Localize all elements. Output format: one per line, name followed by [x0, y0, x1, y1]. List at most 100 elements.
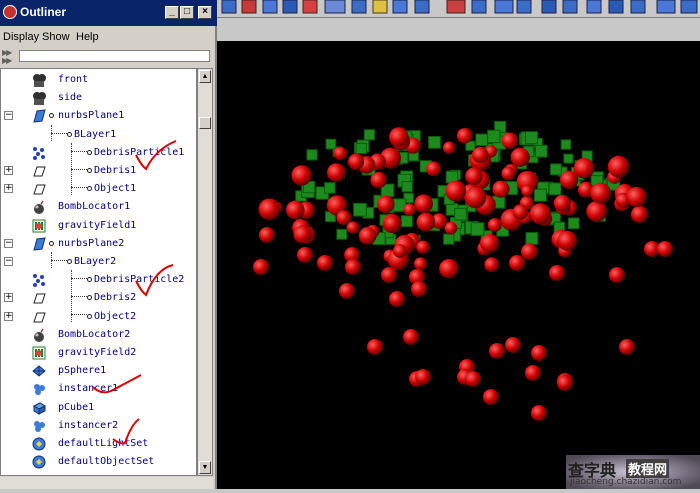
set-icon [31, 436, 47, 452]
debris-sphere [291, 165, 312, 186]
camera-icon [31, 90, 47, 106]
watermark-url: jiaocheng.chazidian.com [570, 477, 682, 487]
connector-node-icon [49, 113, 54, 119]
connector-node-icon [87, 277, 92, 283]
outliner-item-label: nurbsPlane2 [58, 237, 125, 249]
debris-cube [306, 149, 318, 161]
hierarchy-line [51, 133, 67, 134]
transform-icon [31, 309, 47, 325]
outliner-item-label: side [58, 92, 83, 104]
collapse-icon[interactable]: − [4, 238, 13, 248]
debris-sphere [557, 230, 578, 251]
instancer-icon [31, 381, 47, 397]
outliner-item-side[interactable]: side [1, 89, 196, 107]
outliner-item-debrisparticle1[interactable]: DebrisParticle1 [1, 144, 196, 162]
debris-cube [325, 138, 337, 150]
debris-sphere [657, 241, 673, 257]
outliner-item-label: BLayer1 [74, 128, 117, 140]
debris-sphere [439, 259, 459, 279]
expand-icon[interactable]: + [4, 293, 13, 303]
filter-input[interactable] [19, 50, 210, 62]
outliner-item-label: pSphere1 [58, 365, 107, 377]
watermark: 查字典 教程网 jiaocheng.chazidian.com [566, 455, 700, 489]
outliner-item-label: BLayer2 [74, 256, 117, 267]
debris-cube [324, 182, 336, 194]
outliner-item-instancer1[interactable]: instancer1 [1, 380, 196, 398]
debris-cube [428, 136, 441, 149]
outliner-item-front[interactable]: front [1, 71, 196, 89]
outliner-window: Outliner _ □ × Display Show Help ▶▶ ▶▶ f… [0, 0, 217, 489]
filter-arrow-icon[interactable]: ▶▶ [2, 49, 18, 57]
transform-icon [31, 181, 47, 197]
debris-sphere [389, 291, 405, 307]
outliner-item-instancer2[interactable]: instancer2 [1, 417, 196, 435]
nurbs-plane-icon [31, 236, 47, 252]
debris-sphere [285, 200, 305, 220]
outliner-item-blayer2[interactable]: − BLayer2 [1, 253, 196, 271]
debris-sphere [333, 146, 347, 161]
outliner-item-defaultobjectset[interactable]: defaultObjectSet [1, 453, 196, 471]
filter-arrow-icon[interactable]: ▶▶ [2, 57, 18, 65]
maximize-button[interactable]: □ [180, 6, 194, 19]
outliner-item-gravityfield2[interactable]: gravityField2 [1, 344, 196, 362]
hierarchy-line [71, 314, 87, 315]
debris-sphere [609, 267, 625, 283]
outliner-item-bomblocator2[interactable]: BombLocator2 [1, 326, 196, 344]
transform-icon [31, 163, 47, 179]
close-button[interactable]: × [198, 6, 212, 19]
outliner-item-debris2[interactable]: + Debris2 [1, 289, 196, 307]
debris-sphere [377, 195, 395, 214]
expand-icon[interactable]: + [4, 184, 13, 194]
outliner-item-nurbsplane1[interactable]: − nurbsPlane1 [1, 107, 196, 125]
vertical-scrollbar[interactable]: ▲ ▼ [197, 68, 213, 476]
menu-display[interactable]: Display [3, 31, 39, 43]
outliner-tree[interactable]: front side − nurbsPlane1 BLayer1 DebrisPartic… [0, 68, 197, 476]
collapse-icon[interactable]: − [4, 111, 13, 121]
debris-sphere [489, 343, 505, 359]
outliner-item-blayer1[interactable]: BLayer1 [1, 126, 196, 144]
debris-sphere [464, 186, 487, 209]
expand-icon[interactable]: + [4, 166, 13, 175]
debris-cube [400, 215, 413, 228]
outliner-item-psphere1[interactable]: pSphere1 [1, 362, 196, 380]
outliner-item-label: BombLocator1 [58, 201, 131, 213]
menu-help[interactable]: Help [76, 31, 99, 43]
connector-node-icon [87, 313, 92, 319]
menu-show[interactable]: Show [42, 31, 70, 43]
debris-sphere [521, 184, 534, 197]
horizontal-scrollbar[interactable] [0, 477, 213, 489]
outliner-item-debris1[interactable]: + Debris1 [1, 162, 196, 180]
shelf-icons[interactable] [217, 0, 700, 17]
title-bar[interactable]: Outliner _ □ × [0, 0, 217, 26]
debris-sphere [416, 212, 436, 232]
hierarchy-line [71, 169, 87, 170]
debris-sphere [626, 186, 647, 208]
debris-sphere [549, 265, 565, 281]
debris-sphere [465, 371, 481, 387]
outliner-item-bomblocator1[interactable]: BombLocator1 [1, 198, 196, 216]
3d-viewport[interactable] [217, 41, 700, 489]
expand-icon[interactable]: + [4, 311, 13, 321]
collapse-icon[interactable]: − [4, 257, 13, 266]
gravity-field-icon [31, 345, 47, 361]
outliner-item-label: instancer1 [58, 383, 119, 395]
outliner-item-pcube1[interactable]: pCube1 [1, 399, 196, 417]
outliner-item-debrisparticle2[interactable]: DebrisParticle2 [1, 271, 196, 289]
debris-sphere [293, 225, 312, 244]
outliner-item-label: gravityField1 [58, 219, 137, 231]
debris-sphere [512, 204, 529, 220]
debris-sphere [367, 339, 383, 355]
minimize-button[interactable]: _ [165, 6, 179, 19]
scroll-up-button[interactable]: ▲ [199, 70, 211, 83]
outliner-item-defaultlightset[interactable]: defaultLightSet [1, 435, 196, 453]
outliner-item-gravityfield1[interactable]: gravityField1 [1, 217, 196, 235]
debris-sphere [381, 267, 397, 283]
outliner-item-object2[interactable]: + Object2 [1, 308, 196, 326]
debris-sphere [389, 127, 409, 147]
outliner-item-object1[interactable]: + Object1 [1, 180, 196, 198]
outliner-item-label: nurbsPlane1 [58, 110, 125, 122]
scroll-down-button[interactable]: ▼ [199, 461, 211, 474]
scroll-thumb[interactable] [199, 117, 211, 129]
outliner-item-nurbsplane2[interactable]: − nurbsPlane2 [1, 235, 196, 253]
debris-sphere [339, 283, 355, 299]
